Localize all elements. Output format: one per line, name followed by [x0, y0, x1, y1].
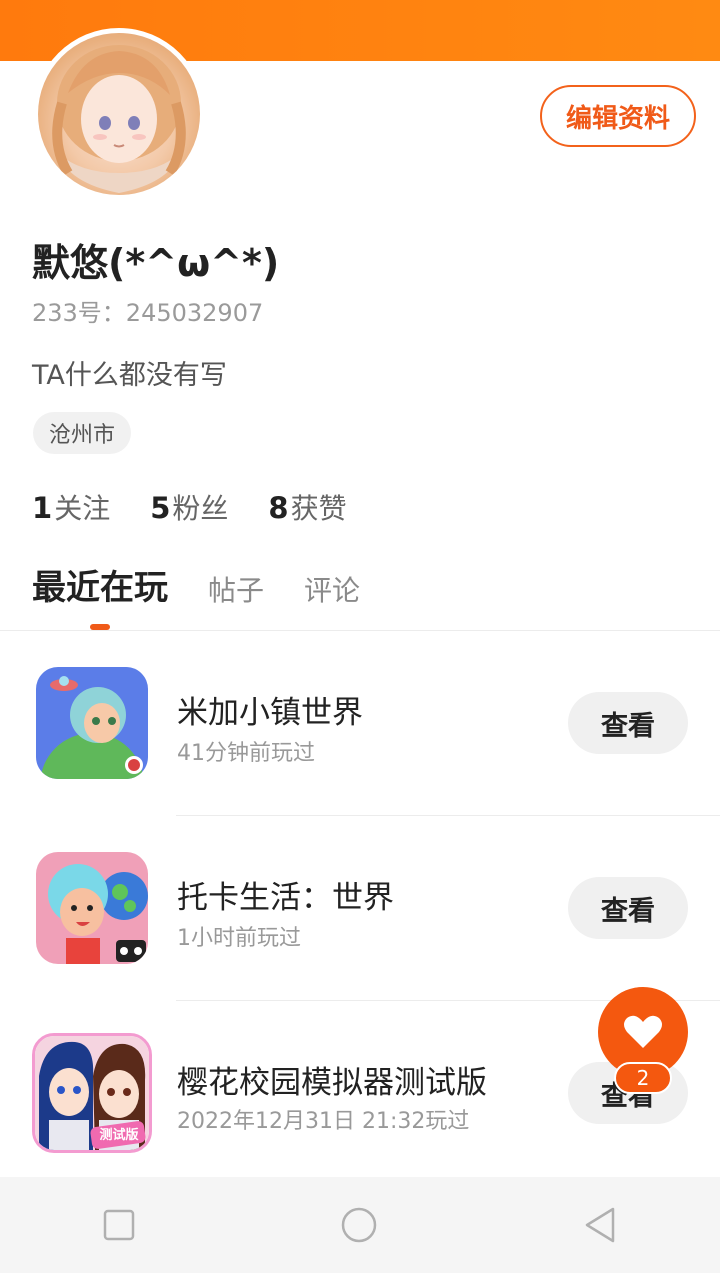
stat-count: 8 — [268, 491, 289, 525]
stat-likes[interactable]: 8 获赞 — [268, 487, 346, 527]
game-title: 樱花校园模拟器测试版 — [177, 1065, 487, 1101]
game-title: 米加小镇世界 — [177, 695, 363, 731]
fab-count-badge: 2 — [614, 1062, 672, 1094]
tab-recent-played[interactable]: 最近在玩 — [32, 560, 168, 609]
stat-label: 关注 — [54, 492, 111, 525]
bio: TA什么都没有写 — [32, 360, 227, 391]
tab-comments[interactable]: 评论 — [304, 569, 360, 609]
played-time: 1小时前玩过 — [177, 926, 301, 951]
miga-town-icon — [36, 667, 148, 779]
view-button[interactable]: 查看 — [568, 692, 688, 754]
stat-count: 5 — [150, 491, 171, 525]
stat-label: 获赞 — [290, 492, 347, 525]
stat-label: 粉丝 — [172, 492, 229, 525]
stat-followers[interactable]: 5 粉丝 — [150, 487, 228, 527]
user-id: 233号：245032907 — [32, 299, 264, 327]
game-title: 托卡生活：世界 — [177, 880, 394, 916]
heart-icon — [624, 1015, 662, 1048]
system-nav-bar — [0, 1177, 720, 1273]
sakura-school-icon: 测试版 — [32, 1033, 152, 1153]
circle-icon[interactable] — [340, 1206, 378, 1244]
avatar[interactable] — [33, 28, 205, 200]
avatar-illustration — [52, 45, 186, 193]
tab-bar: 最近在玩 帖子 评论 — [32, 560, 400, 609]
nickname: 默悠(*^ω^*) — [32, 241, 280, 285]
list-item[interactable]: 米加小镇世界 41分钟前玩过 查看 — [0, 631, 720, 815]
stats-row: 1 关注 5 粉丝 8 获赞 — [32, 487, 387, 527]
tab-posts[interactable]: 帖子 — [208, 569, 264, 609]
stat-count: 1 — [32, 491, 53, 525]
triangle-back-icon[interactable] — [583, 1206, 617, 1244]
view-button[interactable]: 查看 — [568, 877, 688, 939]
edit-profile-button[interactable]: 编辑资料 — [540, 85, 696, 147]
icon-badge-text: 测试版 — [99, 1128, 139, 1143]
stat-following[interactable]: 1 关注 — [32, 487, 110, 527]
played-time: 41分钟前玩过 — [177, 741, 315, 766]
location-tag: 沧州市 — [33, 412, 132, 454]
toca-life-icon — [36, 852, 148, 964]
square-icon[interactable] — [103, 1209, 135, 1241]
played-time: 2022年12月31日 21:32玩过 — [177, 1109, 470, 1134]
list-item[interactable]: 托卡生活：世界 1小时前玩过 查看 — [0, 816, 720, 1000]
